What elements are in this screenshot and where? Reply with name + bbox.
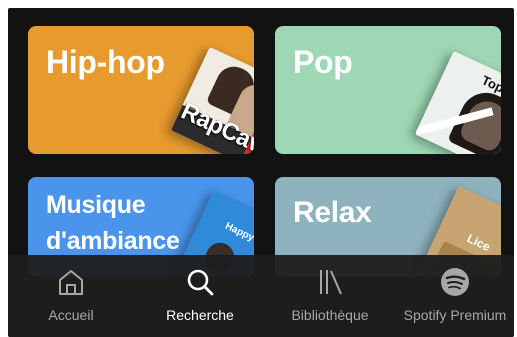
nav-item-home[interactable]: Accueil bbox=[8, 255, 134, 337]
spotify-icon bbox=[441, 268, 469, 296]
category-title: Pop bbox=[293, 44, 353, 80]
category-title: Hip-hop bbox=[46, 44, 165, 80]
library-icon bbox=[320, 270, 342, 295]
nav-label: Recherche bbox=[166, 307, 234, 323]
nav-label: Spotify Premium bbox=[403, 307, 507, 323]
bottom-nav-bar: Accueil Recherche Bibliothèque Spotify P… bbox=[8, 255, 514, 337]
app-screen: Hip-hop RapCav Pop Top H Musique d'ambia… bbox=[8, 8, 514, 337]
cover-text: Happy bbox=[223, 220, 254, 244]
nav-item-library[interactable]: Bibliothèque bbox=[267, 255, 393, 337]
playlist-cover-image: Top H bbox=[414, 50, 501, 154]
home-icon bbox=[59, 270, 83, 295]
nav-label: Accueil bbox=[48, 307, 94, 323]
category-title: Relax bbox=[293, 196, 372, 229]
category-title: Musique d'ambiance bbox=[46, 191, 180, 255]
category-card-hiphop[interactable]: Hip-hop RapCav bbox=[28, 26, 254, 154]
cover-text: Lice bbox=[464, 231, 493, 255]
nav-item-premium[interactable]: Spotify Premium bbox=[396, 255, 514, 337]
search-icon bbox=[187, 269, 214, 296]
nav-item-search[interactable]: Recherche bbox=[137, 255, 263, 337]
playlist-cover-image: RapCav bbox=[170, 46, 254, 154]
nav-label: Bibliothèque bbox=[291, 307, 369, 323]
category-card-pop[interactable]: Pop Top H bbox=[275, 26, 501, 154]
